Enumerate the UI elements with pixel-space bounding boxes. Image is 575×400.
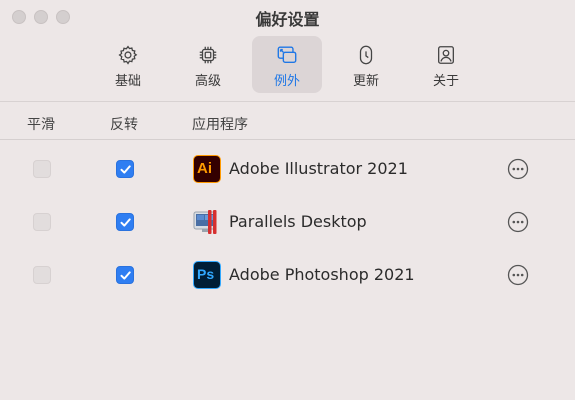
more-options-button[interactable] [507, 158, 529, 180]
illustrator-icon: Ai [193, 155, 221, 183]
update-icon [359, 45, 373, 65]
exceptions-pane: 平滑 反转 应用程序 Ai Adobe Illustrator 2021 Par… [0, 101, 575, 400]
title-bar: 偏好设置 基础 高级 例外 更新 关于 [0, 0, 575, 101]
chip-icon [199, 46, 217, 64]
table-header: 平滑 反转 应用程序 [0, 102, 575, 140]
photoshop-icon-text: Ps [197, 266, 215, 282]
smooth-checkbox[interactable] [33, 160, 51, 178]
column-header-reverse[interactable]: 反转 [110, 114, 138, 134]
table-row: Ai Adobe Illustrator 2021 [0, 143, 575, 196]
app-name: Adobe Illustrator 2021 [229, 159, 408, 178]
parallels-icon [193, 210, 217, 234]
preferences-window: 偏好设置 基础 高级 例外 更新 关于 平滑 反转 应用程序 Ai Adobe … [0, 0, 575, 400]
gear-icon [118, 45, 138, 65]
app-name: Parallels Desktop [229, 212, 367, 231]
tab-basic-label: 基础 [114, 74, 141, 89]
reverse-checkbox[interactable] [116, 266, 134, 284]
column-header-application[interactable]: 应用程序 [192, 114, 248, 134]
app-name: Adobe Photoshop 2021 [229, 265, 415, 284]
tab-update-label: 更新 [352, 74, 379, 89]
tab-exceptions[interactable]: 例外 [252, 36, 322, 93]
window-title: 偏好设置 [255, 10, 320, 29]
tab-update[interactable]: 更新 [331, 36, 401, 93]
reverse-checkbox[interactable] [116, 160, 134, 178]
checkmark-icon [120, 165, 131, 174]
photoshop-icon: Ps [193, 261, 221, 289]
more-options-button[interactable] [507, 264, 529, 286]
preferences-toolbar: 基础 高级 例外 更新 关于 [0, 36, 575, 94]
reverse-checkbox[interactable] [116, 213, 134, 231]
table-row: Ps Adobe Photoshop 2021 [0, 249, 575, 302]
illustrator-icon-text: Ai [197, 160, 212, 177]
checkmark-icon [120, 271, 131, 280]
table-row: Parallels Desktop [0, 196, 575, 249]
tab-basic[interactable]: 基础 [93, 36, 163, 93]
tab-about[interactable]: 关于 [411, 36, 481, 93]
tab-about-label: 关于 [432, 74, 459, 89]
exception-window-icon [277, 46, 297, 64]
tab-advanced-label: 高级 [194, 74, 221, 89]
about-icon [438, 46, 454, 64]
smooth-checkbox[interactable] [33, 213, 51, 231]
column-header-smooth[interactable]: 平滑 [27, 114, 55, 134]
smooth-checkbox[interactable] [33, 266, 51, 284]
more-options-button[interactable] [507, 211, 529, 233]
checkmark-icon [120, 218, 131, 227]
tab-exceptions-label: 例外 [273, 74, 300, 89]
tab-advanced[interactable]: 高级 [173, 36, 243, 93]
